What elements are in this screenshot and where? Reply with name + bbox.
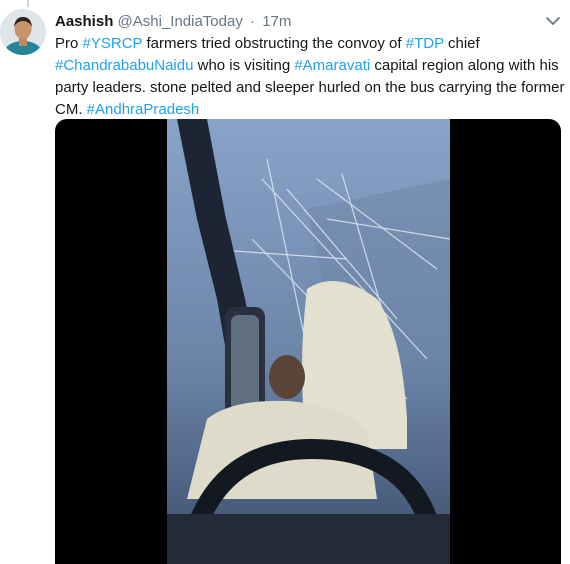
hashtag-link[interactable]: #ChandrababuNaidu bbox=[55, 57, 193, 74]
tweet-text-segment: Pro bbox=[55, 35, 83, 52]
hashtag-link[interactable]: #TDP bbox=[406, 35, 444, 52]
hashtag-link[interactable]: #YSRCP bbox=[83, 35, 143, 52]
tweet-header: Aashish @Ashi_IndiaToday · 17m bbox=[55, 12, 530, 32]
tweet-text: Pro #YSRCP farmers tried obstructing the… bbox=[55, 33, 565, 121]
avatar-image bbox=[0, 9, 46, 55]
tweet-text-segment: chief bbox=[443, 35, 480, 52]
author-handle[interactable]: @Ashi_IndiaToday bbox=[118, 13, 243, 30]
tweet-video[interactable] bbox=[55, 119, 561, 564]
hashtag-link[interactable]: #AndhraPradesh bbox=[87, 101, 200, 118]
video-frame bbox=[167, 119, 450, 564]
tweet-timestamp[interactable]: 17m bbox=[262, 13, 291, 30]
chevron-down-icon[interactable] bbox=[544, 14, 562, 28]
thread-connector-line bbox=[27, 0, 29, 7]
separator-dot: · bbox=[250, 13, 256, 30]
tweet-text-segment: who is visiting bbox=[193, 57, 295, 74]
tweet-text-segment: farmers tried obstructing the convoy of bbox=[142, 35, 406, 52]
author-name[interactable]: Aashish bbox=[55, 13, 113, 30]
avatar[interactable] bbox=[0, 9, 46, 55]
hashtag-link[interactable]: #Amaravati bbox=[294, 57, 370, 74]
